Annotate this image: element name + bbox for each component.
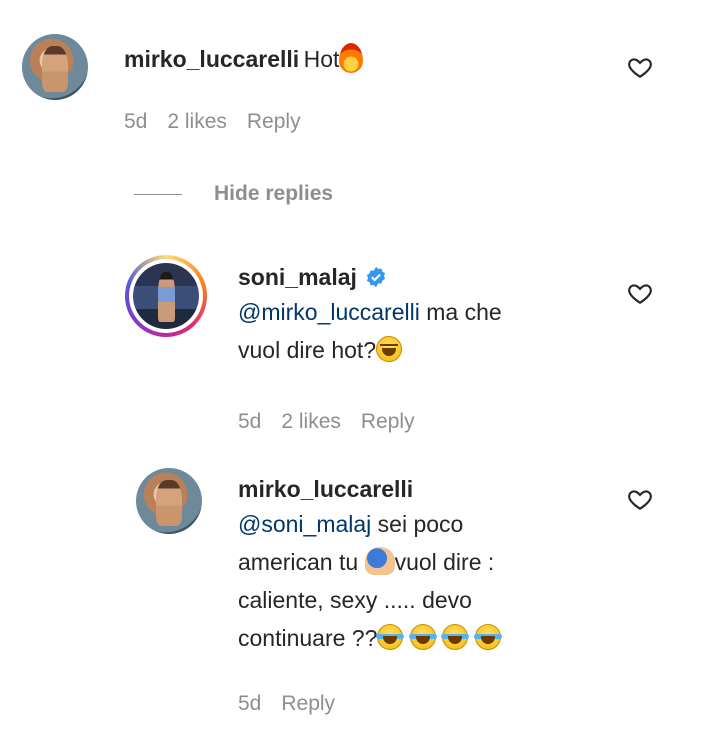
avatar[interactable]: [22, 34, 88, 100]
comment-body: mirko_luccarelli @soni_malaj sei poco am…: [238, 476, 598, 657]
verified-badge-icon: [367, 266, 386, 288]
reply-button[interactable]: Reply: [247, 110, 301, 134]
hide-replies-toggle[interactable]: Hide replies: [134, 182, 333, 206]
joy-emoji-icon: [376, 624, 405, 650]
joy-emoji-icon: [473, 624, 502, 650]
comment-text-line1: sei poco: [371, 511, 464, 537]
comment-likes[interactable]: 2 likes: [281, 410, 341, 434]
reply-button[interactable]: Reply: [281, 692, 335, 716]
comment-text-line2b: vuol dire :: [394, 549, 495, 575]
avatar: [133, 263, 199, 329]
joy-emoji-icon: [441, 624, 470, 650]
like-heart-icon[interactable]: [626, 280, 654, 306]
reply-comment-1: soni_malaj @mirko_luccarelli ma che vuol…: [0, 240, 701, 440]
comment-age: 5d: [238, 410, 262, 433]
comment-meta: 5d 2 likes Reply: [238, 410, 415, 434]
fire-emoji-icon: [339, 43, 364, 73]
comment-meta: 5d 2 likes Reply: [124, 110, 301, 134]
comment-likes[interactable]: 2 likes: [167, 110, 227, 134]
like-heart-icon[interactable]: [626, 486, 654, 512]
reply-button[interactable]: Reply: [361, 410, 415, 434]
joy-emoji-icon: [408, 624, 437, 650]
comment-text-line2a: american tu: [238, 549, 365, 575]
comment-1: mirko_luccarelli Hot 5d 2 likes Reply: [0, 0, 701, 150]
grinning-squinting-emoji-icon: [376, 336, 403, 362]
comment-age: 5d: [124, 110, 148, 133]
comment-meta: 5d Reply: [238, 692, 335, 716]
divider-line: [134, 193, 182, 195]
mention-link[interactable]: @soni_malaj: [238, 511, 371, 537]
comment-text-line4: continuare ??: [238, 625, 378, 651]
hide-replies-label: Hide replies: [214, 182, 334, 205]
avatar[interactable]: [136, 468, 202, 534]
comment-username[interactable]: soni_malaj: [238, 264, 357, 290]
facepalm-emoji-icon: [364, 547, 395, 575]
comment-text-line3: caliente, sexy ..... devo: [238, 587, 472, 613]
like-heart-icon[interactable]: [626, 54, 654, 80]
reply-comment-2: mirko_luccarelli @soni_malaj sei poco am…: [0, 460, 701, 745]
comment-text-line2: vuol dire hot?: [238, 337, 377, 363]
comment-text-line1: ma che: [419, 299, 502, 325]
comment-body: soni_malaj @mirko_luccarelli ma che vuol…: [238, 264, 598, 369]
comment-text: Hot: [303, 46, 340, 72]
comment-username[interactable]: mirko_luccarelli: [238, 476, 413, 502]
comment-body: mirko_luccarelli Hot: [124, 40, 364, 78]
avatar-story-ring[interactable]: [125, 255, 207, 337]
comment-age: 5d: [238, 692, 262, 715]
comment-username[interactable]: mirko_luccarelli: [124, 46, 299, 72]
mention-link[interactable]: @mirko_luccarelli: [238, 299, 420, 325]
